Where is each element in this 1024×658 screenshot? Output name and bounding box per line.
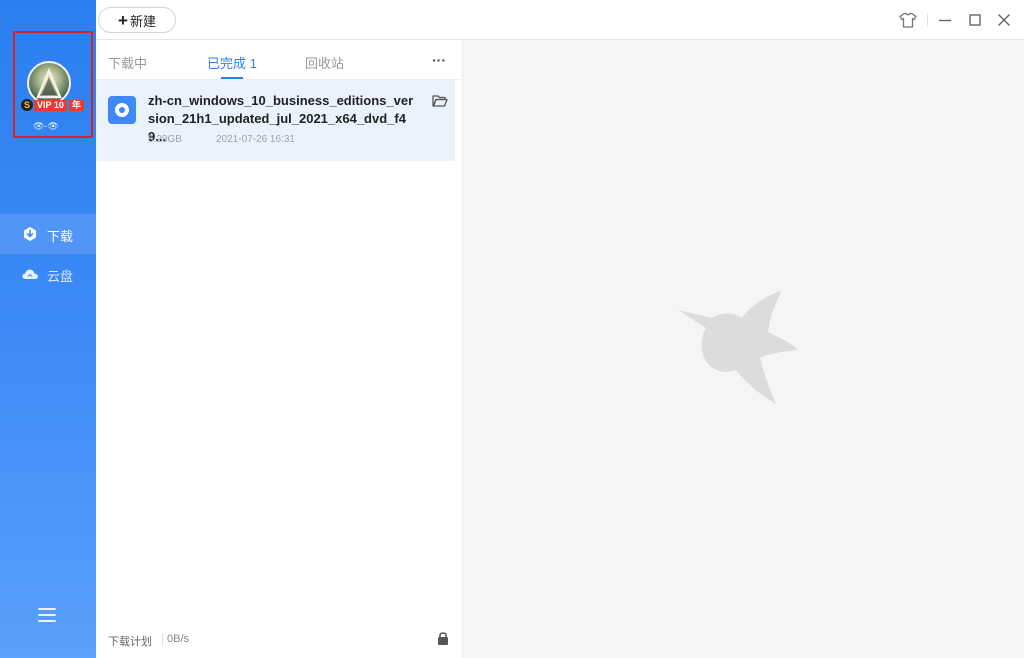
new-task-button[interactable]: + 新建 [98,7,176,33]
file-size: 5.29GB [148,134,182,145]
download-plan-link[interactable]: 下载计划 [108,633,152,649]
toolbar: + 新建 [96,0,1024,40]
sidebar-item-cloud[interactable]: 云盘 [0,254,96,294]
skin-icon[interactable] [899,11,917,29]
tab-completed[interactable]: 已完成 1 [207,53,257,72]
lock-icon[interactable] [436,630,450,646]
list-item[interactable]: zh-cn_windows_10_business_editions_versi… [96,80,455,161]
hamburger-menu-icon[interactable] [38,608,56,624]
nickname: 👁-👁 [33,121,59,131]
plus-icon: + [118,10,128,30]
close-icon[interactable] [995,11,1013,29]
vip-level: VIP 10 [34,99,67,111]
divider [162,634,163,645]
toolbar-divider [927,13,928,27]
vip-coin-icon: S [21,99,33,111]
sidebar-item-label: 下载 [47,229,74,244]
download-speed: 0B/s [167,633,190,645]
download-list-panel: 下载中 已完成 1 回收站 ··· zh-cn_windows_10_busin… [96,40,463,658]
open-folder-icon[interactable] [432,94,448,108]
tab-recycle-bin[interactable]: 回收站 [305,53,344,72]
new-task-label: 新建 [129,13,156,29]
hummingbird-logo-icon [678,290,798,404]
status-bar: 下载计划 0B/s [96,630,462,658]
tab-downloading[interactable]: 下载中 [108,53,147,72]
sidebar-item-download[interactable]: 下载 [0,214,96,254]
minimize-icon[interactable] [936,11,954,29]
vip-suffix: 年 [68,99,84,111]
file-date: 2021-07-26 16:31 [216,134,295,145]
vip-badge: S VIP 10 年 [21,99,84,111]
maximize-icon[interactable] [966,11,984,29]
cloud-icon [22,269,38,279]
sidebar: S VIP 10 年 👁-👁 下载 云盘 [0,0,96,658]
more-options-icon[interactable]: ··· [432,52,446,68]
sidebar-item-label: 云盘 [47,269,74,284]
disc-image-file-icon [108,96,136,124]
detail-panel [463,40,1024,658]
download-icon [24,227,36,241]
